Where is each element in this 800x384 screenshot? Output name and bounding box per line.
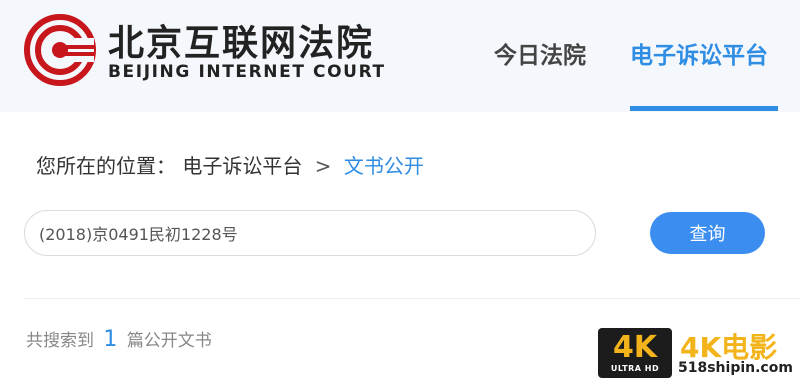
nav-today-court[interactable]: 今日法院 [494,36,586,70]
breadcrumb: 您所在的位置： 电子诉讼平台 > 文书公开 [36,150,424,179]
brand-name-en: BEIJING INTERNET COURT [108,62,386,82]
result-prefix: 共搜索到 [26,331,94,351]
breadcrumb-item-documents[interactable]: 文书公开 [344,154,424,178]
nav-active-indicator [630,106,778,111]
divider [24,298,800,299]
result-suffix: 篇公开文书 [126,331,212,351]
watermark-badge: 4K ULTRA HD [598,328,672,378]
watermark-url: 518shipin.com [678,360,793,376]
search-box [24,210,596,256]
breadcrumb-separator: > [314,154,332,178]
nav-e-litigation-platform[interactable]: 电子诉讼平台 [630,36,768,70]
breadcrumb-item-e-litigation[interactable]: 电子诉讼平台 [182,154,302,178]
watermark-badge-sub: ULTRA HD [610,364,660,373]
brand-name-cn: 北京互联网法院 [108,23,375,64]
watermark-badge-main: 4K [612,330,658,365]
site-header: 北京互联网法院 BEIJING INTERNET COURT 今日法院 电子诉讼… [0,0,800,112]
court-logo-icon [24,14,96,86]
result-count: 1 [103,327,118,352]
search-button[interactable]: 查询 [650,212,765,254]
search-input[interactable] [39,211,579,255]
result-summary: 共搜索到 1 篇公开文书 [26,326,212,352]
breadcrumb-prefix: 您所在的位置： [36,154,176,178]
